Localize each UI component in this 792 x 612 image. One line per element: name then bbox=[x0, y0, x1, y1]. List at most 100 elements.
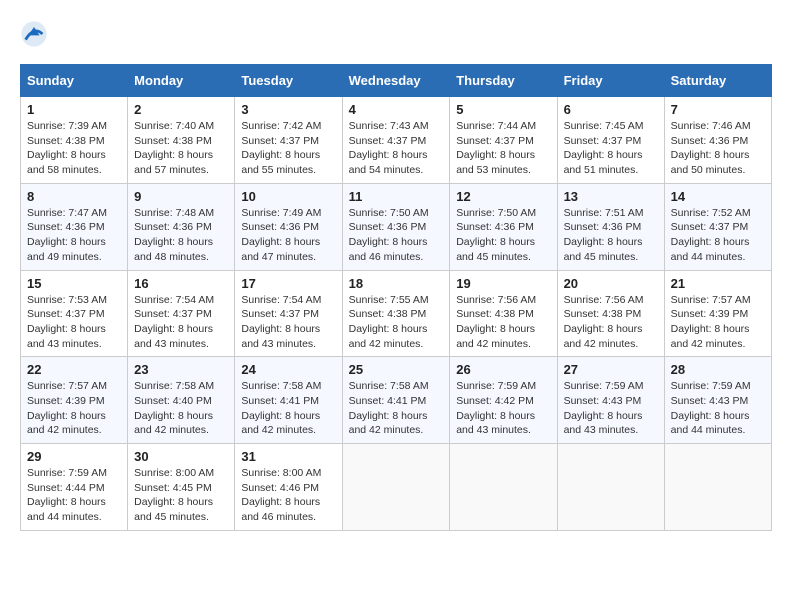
calendar-cell: 1Sunrise: 7:39 AMSunset: 4:38 PMDaylight… bbox=[21, 97, 128, 184]
day-info: Sunrise: 7:44 AMSunset: 4:37 PMDaylight:… bbox=[456, 119, 550, 178]
day-number: 23 bbox=[134, 362, 228, 377]
day-number: 6 bbox=[564, 102, 658, 117]
calendar-week-3: 15 Sunrise: 7:53 AMSunset: 4:37 PMDayligh… bbox=[21, 270, 772, 357]
day-number: 28 bbox=[671, 362, 765, 377]
day-number: 11 bbox=[349, 189, 444, 204]
calendar-cell: 3 Sunrise: 7:42 AMSunset: 4:37 PMDaylight… bbox=[235, 97, 342, 184]
calendar-body: 1Sunrise: 7:39 AMSunset: 4:38 PMDaylight… bbox=[21, 97, 772, 531]
day-number: 9 bbox=[134, 189, 228, 204]
day-number: 12 bbox=[456, 189, 550, 204]
day-number: 1 bbox=[27, 102, 121, 117]
logo bbox=[20, 20, 50, 48]
calendar-cell: 19 Sunrise: 7:56 AMSunset: 4:38 PMDayligh… bbox=[450, 270, 557, 357]
calendar-cell: 16Sunrise: 7:54 AMSunset: 4:37 PMDayligh… bbox=[128, 270, 235, 357]
calendar-cell: 5 Sunrise: 7:44 AMSunset: 4:37 PMDaylight… bbox=[450, 97, 557, 184]
day-info: Sunrise: 7:40 AMSunset: 4:38 PMDaylight:… bbox=[134, 119, 228, 178]
calendar-cell bbox=[450, 444, 557, 531]
day-info: Sunrise: 7:54 AMSunset: 4:37 PMDaylight:… bbox=[241, 293, 335, 352]
logo-icon bbox=[20, 20, 48, 48]
calendar-cell: 15 Sunrise: 7:53 AMSunset: 4:37 PMDayligh… bbox=[21, 270, 128, 357]
calendar-week-4: 22 Sunrise: 7:57 AMSunset: 4:39 PMDayligh… bbox=[21, 357, 772, 444]
page-header bbox=[20, 20, 772, 48]
calendar-cell: 4Sunrise: 7:43 AMSunset: 4:37 PMDaylight… bbox=[342, 97, 450, 184]
weekday-header-friday: Friday bbox=[557, 65, 664, 97]
day-info: Sunrise: 7:55 AMSunset: 4:38 PMDaylight:… bbox=[349, 293, 444, 352]
calendar-cell: 29Sunrise: 7:59 AMSunset: 4:44 PMDayligh… bbox=[21, 444, 128, 531]
day-info: Sunrise: 7:50 AMSunset: 4:36 PMDaylight:… bbox=[456, 206, 550, 265]
day-number: 5 bbox=[456, 102, 550, 117]
day-info: Sunrise: 7:58 AMSunset: 4:40 PMDaylight:… bbox=[134, 379, 228, 438]
day-number: 4 bbox=[349, 102, 444, 117]
day-number: 27 bbox=[564, 362, 658, 377]
day-info: Sunrise: 7:42 AMSunset: 4:37 PMDaylight:… bbox=[241, 119, 335, 178]
calendar-cell: 12 Sunrise: 7:50 AMSunset: 4:36 PMDayligh… bbox=[450, 183, 557, 270]
day-number: 2 bbox=[134, 102, 228, 117]
calendar-cell: 14 Sunrise: 7:52 AMSunset: 4:37 PMDayligh… bbox=[664, 183, 771, 270]
day-info: Sunrise: 7:50 AMSunset: 4:36 PMDaylight:… bbox=[349, 206, 444, 265]
day-number: 29 bbox=[27, 449, 121, 464]
day-number: 20 bbox=[564, 276, 658, 291]
weekday-header-tuesday: Tuesday bbox=[235, 65, 342, 97]
day-number: 7 bbox=[671, 102, 765, 117]
day-info: Sunrise: 7:59 AMSunset: 4:43 PMDaylight:… bbox=[564, 379, 658, 438]
calendar-cell: 13 Sunrise: 7:51 AMSunset: 4:36 PMDayligh… bbox=[557, 183, 664, 270]
day-number: 30 bbox=[134, 449, 228, 464]
day-number: 15 bbox=[27, 276, 121, 291]
day-info: Sunrise: 7:59 AMSunset: 4:42 PMDaylight:… bbox=[456, 379, 550, 438]
calendar-cell: 18 Sunrise: 7:55 AMSunset: 4:38 PMDayligh… bbox=[342, 270, 450, 357]
calendar-cell: 6 Sunrise: 7:45 AMSunset: 4:37 PMDaylight… bbox=[557, 97, 664, 184]
calendar-cell: 25Sunrise: 7:58 AMSunset: 4:41 PMDayligh… bbox=[342, 357, 450, 444]
day-info: Sunrise: 7:46 AMSunset: 4:36 PMDaylight:… bbox=[671, 119, 765, 178]
day-info: Sunrise: 7:56 AMSunset: 4:38 PMDaylight:… bbox=[456, 293, 550, 352]
weekday-header-saturday: Saturday bbox=[664, 65, 771, 97]
calendar-cell: 23 Sunrise: 7:58 AMSunset: 4:40 PMDayligh… bbox=[128, 357, 235, 444]
day-number: 3 bbox=[241, 102, 335, 117]
day-number: 25 bbox=[349, 362, 444, 377]
calendar-week-5: 29Sunrise: 7:59 AMSunset: 4:44 PMDayligh… bbox=[21, 444, 772, 531]
calendar-cell: 2 Sunrise: 7:40 AMSunset: 4:38 PMDaylight… bbox=[128, 97, 235, 184]
calendar-cell: 27 Sunrise: 7:59 AMSunset: 4:43 PMDayligh… bbox=[557, 357, 664, 444]
day-info: Sunrise: 7:52 AMSunset: 4:37 PMDaylight:… bbox=[671, 206, 765, 265]
calendar-header-row: SundayMondayTuesdayWednesdayThursdayFrid… bbox=[21, 65, 772, 97]
calendar-cell: 20 Sunrise: 7:56 AMSunset: 4:38 PMDayligh… bbox=[557, 270, 664, 357]
day-info: Sunrise: 7:53 AMSunset: 4:37 PMDaylight:… bbox=[27, 293, 121, 352]
calendar-table: SundayMondayTuesdayWednesdayThursdayFrid… bbox=[20, 64, 772, 531]
weekday-header-wednesday: Wednesday bbox=[342, 65, 450, 97]
day-info: Sunrise: 7:48 AMSunset: 4:36 PMDaylight:… bbox=[134, 206, 228, 265]
day-info: Sunrise: 7:57 AMSunset: 4:39 PMDaylight:… bbox=[671, 293, 765, 352]
day-info: Sunrise: 7:54 AMSunset: 4:37 PMDaylight:… bbox=[134, 293, 228, 352]
calendar-cell: 21Sunrise: 7:57 AMSunset: 4:39 PMDayligh… bbox=[664, 270, 771, 357]
calendar-cell bbox=[342, 444, 450, 531]
day-info: Sunrise: 7:59 AMSunset: 4:43 PMDaylight:… bbox=[671, 379, 765, 438]
day-number: 19 bbox=[456, 276, 550, 291]
day-number: 17 bbox=[241, 276, 335, 291]
day-number: 14 bbox=[671, 189, 765, 204]
weekday-header-thursday: Thursday bbox=[450, 65, 557, 97]
calendar-cell: 10Sunrise: 7:49 AMSunset: 4:36 PMDayligh… bbox=[235, 183, 342, 270]
calendar-cell: 22 Sunrise: 7:57 AMSunset: 4:39 PMDayligh… bbox=[21, 357, 128, 444]
calendar-cell bbox=[557, 444, 664, 531]
calendar-cell: 11 Sunrise: 7:50 AMSunset: 4:36 PMDayligh… bbox=[342, 183, 450, 270]
day-number: 10 bbox=[241, 189, 335, 204]
day-number: 24 bbox=[241, 362, 335, 377]
calendar-cell: 24 Sunrise: 7:58 AMSunset: 4:41 PMDayligh… bbox=[235, 357, 342, 444]
calendar-cell bbox=[664, 444, 771, 531]
day-info: Sunrise: 8:00 AMSunset: 4:45 PMDaylight:… bbox=[134, 466, 228, 525]
day-info: Sunrise: 7:57 AMSunset: 4:39 PMDaylight:… bbox=[27, 379, 121, 438]
calendar-cell: 8Sunrise: 7:47 AMSunset: 4:36 PMDaylight… bbox=[21, 183, 128, 270]
calendar-cell: 9 Sunrise: 7:48 AMSunset: 4:36 PMDaylight… bbox=[128, 183, 235, 270]
day-info: Sunrise: 7:51 AMSunset: 4:36 PMDaylight:… bbox=[564, 206, 658, 265]
day-number: 13 bbox=[564, 189, 658, 204]
day-info: Sunrise: 7:56 AMSunset: 4:38 PMDaylight:… bbox=[564, 293, 658, 352]
calendar-week-1: 1Sunrise: 7:39 AMSunset: 4:38 PMDaylight… bbox=[21, 97, 772, 184]
day-info: Sunrise: 7:47 AMSunset: 4:36 PMDaylight:… bbox=[27, 206, 121, 265]
day-number: 18 bbox=[349, 276, 444, 291]
calendar-week-2: 8Sunrise: 7:47 AMSunset: 4:36 PMDaylight… bbox=[21, 183, 772, 270]
day-number: 22 bbox=[27, 362, 121, 377]
day-info: Sunrise: 8:00 AMSunset: 4:46 PMDaylight:… bbox=[241, 466, 335, 525]
day-info: Sunrise: 7:45 AMSunset: 4:37 PMDaylight:… bbox=[564, 119, 658, 178]
calendar-cell: 31Sunrise: 8:00 AMSunset: 4:46 PMDayligh… bbox=[235, 444, 342, 531]
day-info: Sunrise: 7:58 AMSunset: 4:41 PMDaylight:… bbox=[241, 379, 335, 438]
calendar-cell: 17 Sunrise: 7:54 AMSunset: 4:37 PMDayligh… bbox=[235, 270, 342, 357]
calendar-cell: 30 Sunrise: 8:00 AMSunset: 4:45 PMDayligh… bbox=[128, 444, 235, 531]
